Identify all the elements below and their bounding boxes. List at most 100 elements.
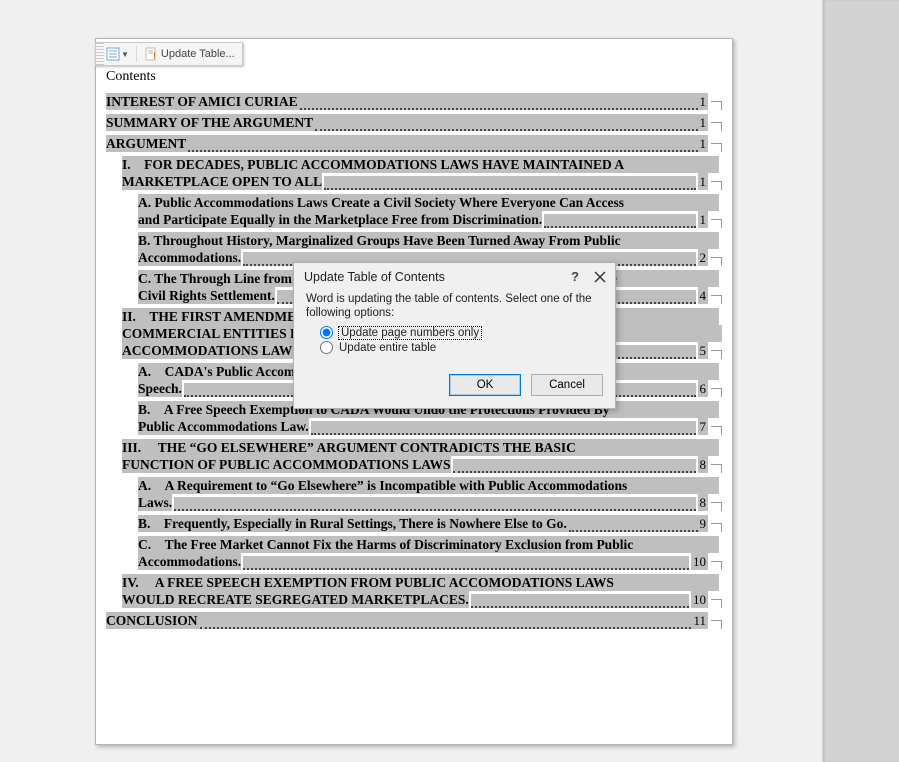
cancel-button[interactable]: Cancel [531, 374, 603, 396]
toc-spur [711, 502, 722, 511]
app-right-gutter [822, 0, 899, 762]
toc-page-number: 6 [698, 380, 709, 397]
toc-entry-title: INTEREST OF AMICI CURIAE [106, 93, 298, 110]
toc-spur [711, 620, 722, 629]
toc-entry-title-line: IV. A FREE SPEECH EXEMPTION FROM PUBLIC … [122, 574, 719, 591]
update-table-label: Update Table... [161, 48, 235, 60]
toc-entry-title-line: A. A Requirement to “Go Elsewhere” is In… [138, 477, 719, 494]
toc-page-number: 7 [698, 418, 709, 435]
dialog-message: Word is updating the table of contents. … [306, 292, 603, 320]
toc-leader [453, 459, 696, 473]
toc-page-number: 1 [700, 93, 709, 110]
toc-entry-title-line: Accommodations. [138, 553, 241, 570]
toc-entry-title: CONCLUSION [106, 612, 198, 629]
update-toc-dialog: Update Table of Contents ? Word is updat… [293, 262, 616, 409]
toc-entry[interactable]: C. The Free Market Cannot Fix the Harms … [138, 536, 722, 570]
toc-page-number: 5 [698, 342, 709, 359]
toc-entry[interactable]: SUMMARY OF THE ARGUMENT 1 [106, 114, 722, 131]
toc-spur [711, 523, 722, 532]
toc-entry-title-line: Civil Rights Settlement. [138, 287, 275, 304]
toc-leader [243, 556, 689, 570]
update-table-button[interactable]: ! Update Table... [140, 43, 239, 65]
toc-spur [711, 143, 722, 152]
radio-page-numbers-only[interactable] [320, 326, 333, 339]
scrollbar[interactable] [847, 0, 861, 762]
toc-leader [569, 518, 698, 532]
toc-spur [711, 101, 722, 110]
dialog-title: Update Table of Contents [304, 270, 445, 284]
dialog-titlebar: Update Table of Contents ? [294, 263, 615, 290]
toc-entry-title-line: I. FOR DECADES, PUBLIC ACCOMMODATIONS LA… [122, 156, 719, 173]
ok-button[interactable]: OK [449, 374, 521, 396]
toc-page-number: 1 [698, 211, 709, 228]
toc-entry-title-line: MARKETPLACE OPEN TO ALL [122, 173, 322, 190]
toc-entry-title: SUMMARY OF THE ARGUMENT [106, 114, 313, 131]
toc-entry-title-line: B. Throughout History, Marginalized Grou… [138, 232, 719, 249]
toc-page-number: 8 [698, 456, 709, 473]
toc-leader [324, 176, 695, 190]
toc-entry-title-line: Laws. [138, 494, 172, 511]
toc-toolbar: ▼ ! Update Table... [95, 42, 243, 66]
toc-page-number: 9 [700, 515, 709, 532]
toc-style-dropdown-caret[interactable]: ▼ [121, 50, 129, 59]
toc-page-number: 1 [700, 135, 709, 152]
contents-heading: Contents [102, 67, 726, 85]
toc-leader [315, 117, 697, 131]
toc-page-number: 1 [698, 173, 709, 190]
toc-entry[interactable]: A. A Requirement to “Go Elsewhere” is In… [138, 477, 722, 511]
svg-text:!: ! [153, 51, 156, 61]
dialog-help-button[interactable]: ? [571, 269, 579, 284]
toc-spur [711, 599, 722, 608]
toc-entry-title-line: and Participate Equally in the Marketpla… [138, 211, 542, 228]
toc-leader [544, 214, 695, 228]
toc-spur [711, 464, 722, 473]
option-page-numbers-only[interactable]: Update page numbers only [320, 326, 603, 339]
toc-entry[interactable]: CONCLUSION 11 [106, 612, 722, 629]
toc-entry-title-line: WOULD RECREATE SEGREGATED MARKETPLACES. [122, 591, 469, 608]
toc-entry[interactable]: A. Public Accommodations Laws Create a C… [138, 194, 722, 228]
toc-entry[interactable]: I. FOR DECADES, PUBLIC ACCOMMODATIONS LA… [122, 156, 722, 190]
toc-entry[interactable]: INTEREST OF AMICI CURIAE 1 [106, 93, 722, 110]
toc-entry-title-line: III. THE “GO ELSEWHERE” ARGUMENT CONTRAD… [122, 439, 719, 456]
radio-entire-table[interactable] [320, 341, 333, 354]
option-page-numbers-only-label: Update page numbers only [339, 327, 481, 339]
toc-page-number: 2 [698, 249, 709, 266]
toc-entry-title-line: C. The Free Market Cannot Fix the Harms … [138, 536, 719, 553]
option-entire-table[interactable]: Update entire table [320, 341, 603, 354]
toc-leader [300, 96, 698, 110]
toc-entry[interactable]: B. Throughout History, Marginalized Grou… [138, 232, 722, 266]
toc-spur [711, 426, 722, 435]
toc-page-number: 1 [700, 114, 709, 131]
dialog-body: Word is updating the table of contents. … [294, 290, 615, 368]
toc-spur [711, 181, 722, 190]
toc-entry-title-line: Speech. [138, 380, 182, 397]
toc-spur [711, 295, 722, 304]
toc-entry-title-line: ACCOMMODATIONS LAWS. [122, 342, 303, 359]
toc-page-number: 11 [693, 612, 708, 629]
toc-leader [471, 594, 689, 608]
toc-entry[interactable]: ARGUMENT 1 [106, 135, 722, 152]
toc-entry-title: ARGUMENT [106, 135, 186, 152]
toc-leader [174, 497, 695, 511]
toc-entry[interactable]: III. THE “GO ELSEWHERE” ARGUMENT CONTRAD… [122, 439, 722, 473]
toc-spur [711, 388, 722, 397]
option-entire-table-label: Update entire table [339, 342, 436, 354]
dialog-button-row: OK Cancel [294, 368, 615, 408]
toc-page-number: 10 [691, 553, 708, 570]
toc-entry-title: B. Frequently, Especially in Rural Setti… [138, 515, 567, 532]
close-icon[interactable] [593, 270, 607, 284]
toc-leader [188, 138, 697, 152]
toolbar-drag-handle[interactable] [96, 43, 104, 65]
toc-entry-title-line: Public Accommodations Law. [138, 418, 309, 435]
toc-style-icon[interactable] [106, 47, 120, 61]
toc-entry-title-line: Accommodations. [138, 249, 241, 266]
toc-page-number: 8 [698, 494, 709, 511]
toc-spur [711, 350, 722, 359]
refresh-icon: ! [144, 47, 158, 61]
toc-entry[interactable]: B. Frequently, Especially in Rural Setti… [138, 515, 722, 532]
toc-page-number: 10 [691, 591, 708, 608]
toc-entry[interactable]: IV. A FREE SPEECH EXEMPTION FROM PUBLIC … [122, 574, 722, 608]
toc-leader [311, 421, 696, 435]
toolbar-separator [136, 46, 137, 62]
toc-spur [711, 219, 722, 228]
